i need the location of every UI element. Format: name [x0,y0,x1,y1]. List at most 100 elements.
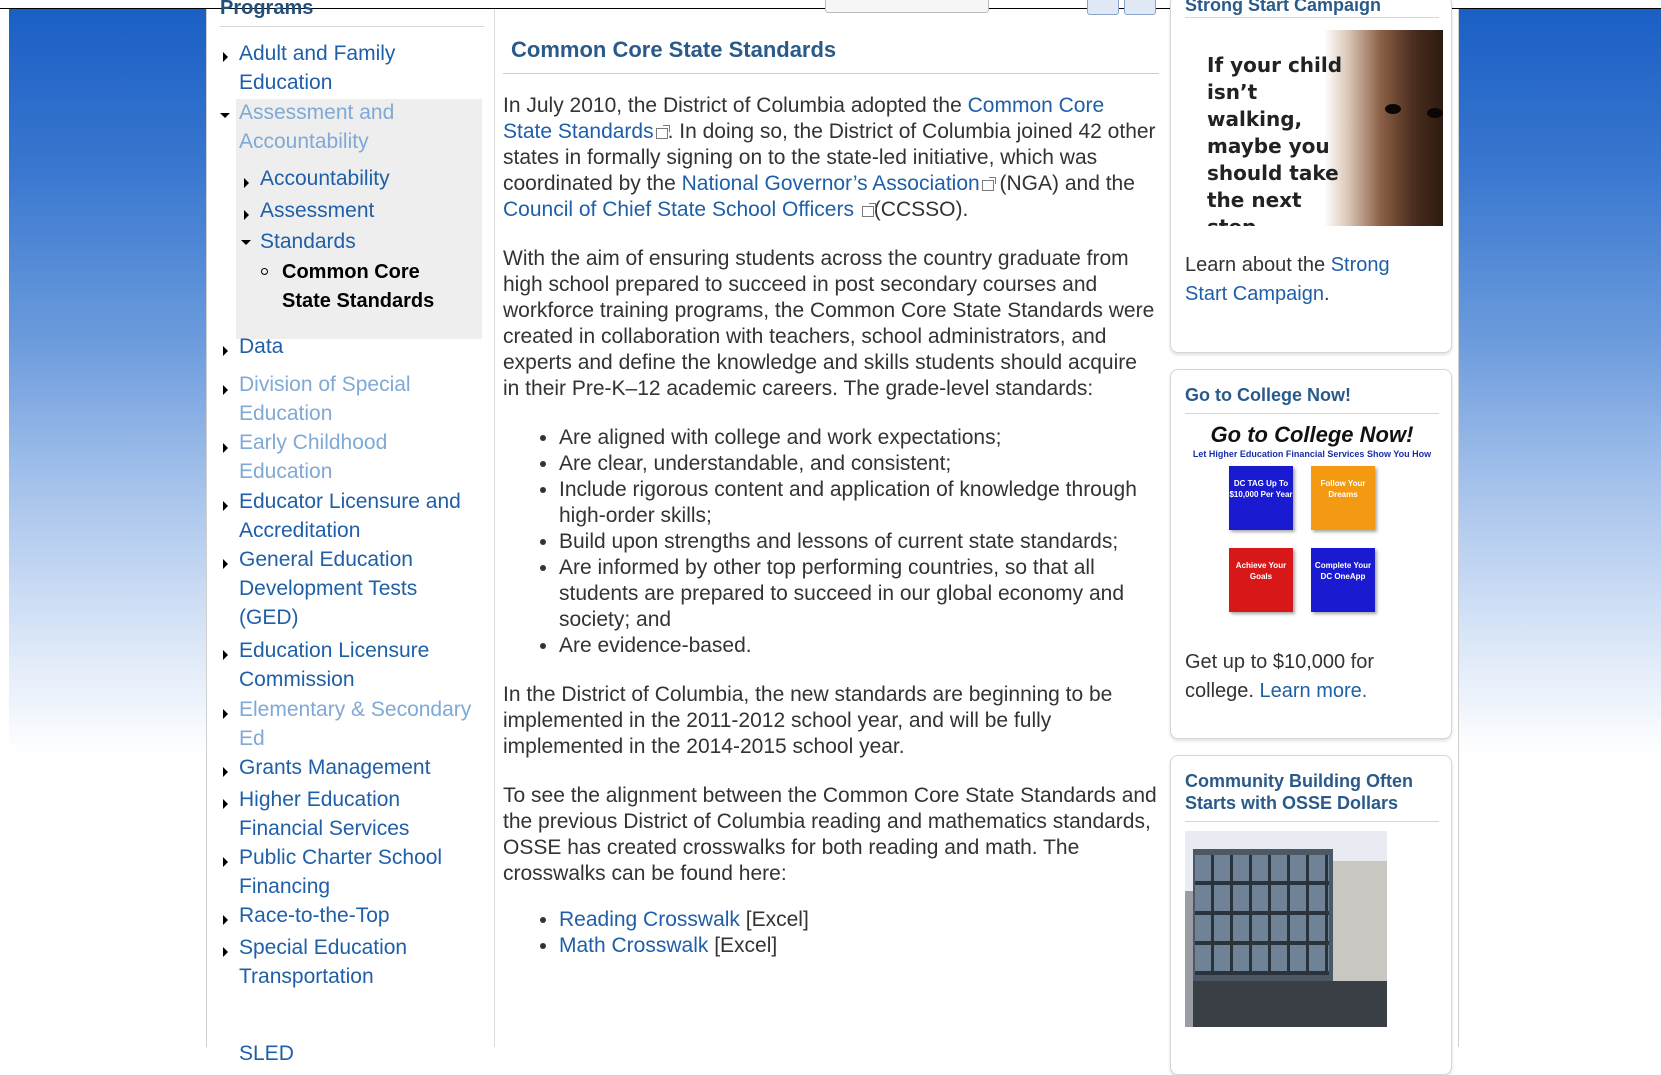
widget-title-rule [1185,413,1439,414]
sidebar-title-rule [220,26,484,27]
expand-arrow-icon[interactable] [223,52,228,62]
strong-start-banner-image[interactable]: If your child isn’t walking, maybe you s… [1195,30,1443,226]
strong-start-period: . [1323,283,1330,305]
intro-text-c: (NGA) and the [993,172,1135,195]
expand-arrow-icon[interactable] [223,385,228,395]
search-input[interactable] [825,0,989,13]
photo-building-base [1193,981,1387,1027]
external-link-icon [655,125,670,139]
collapse-arrow-icon[interactable] [241,240,251,245]
sidebar-item-common-core-current[interactable]: Common Core State Standards [282,258,452,316]
sidebar-title: Programs [220,0,314,19]
expand-arrow-icon[interactable] [223,857,228,867]
college-banner-header: Go to College Now! [1210,422,1414,447]
standards-bullet-list: Are aligned with college and work expect… [503,425,1159,659]
building-photo[interactable] [1185,831,1387,1027]
sidebar-item-higher-education[interactable]: Higher Education Financial Services [239,785,439,843]
page-title: Common Core State Standards [511,37,837,62]
text-resize-increase-button[interactable] [1124,0,1156,15]
sidebar-item-assessment[interactable]: Assessment [260,196,374,225]
file-type-label: [Excel] [739,908,809,931]
sidebar-item-ged[interactable]: General Education Development Tests (GED… [239,545,439,632]
sidebar-item-licensure-commission[interactable]: Education Licensure Commission [239,636,439,694]
list-item: Are clear, understandable, and consisten… [559,451,1159,477]
list-item: Are evidence-based. [559,633,1159,659]
expand-arrow-icon[interactable] [223,501,228,511]
banner-text: If your child isn’t walking, maybe you s… [1207,53,1343,226]
expand-arrow-icon[interactable] [223,346,228,356]
expand-arrow-icon[interactable] [223,650,228,660]
title-rule [503,73,1159,74]
sidebar-item-elementary-secondary[interactable]: Elementary & Secondary Ed [239,695,479,753]
list-item: Are aligned with college and work expect… [559,425,1159,451]
college-button-achieve-goals[interactable]: Achieve Your Goals [1229,548,1293,612]
college-button-complete-oneapp[interactable]: Complete Your DC OneApp [1311,548,1375,612]
baby-eye-shape [1427,108,1443,118]
sidebar-item-special-ed-transportation[interactable]: Special Education Transportation [239,933,439,991]
expand-arrow-icon[interactable] [244,210,249,220]
sidebar-item-early-childhood[interactable]: Early Childhood Education [239,428,399,486]
link-national-governors-association[interactable]: National Governor’s Association [682,172,980,195]
expand-arrow-icon[interactable] [223,947,228,957]
strong-start-text: Learn about the Strong Start Campaign. [1185,251,1435,309]
list-item: Include rigorous content and application… [559,477,1159,529]
link-reading-crosswalk[interactable]: Reading Crosswalk [559,908,740,931]
link-learn-more[interactable]: Learn more. [1260,680,1368,702]
sidebar-programs: Programs Adult and Family Education Asse… [212,0,486,1065]
widget-title: Strong Start Campaign [1185,0,1382,15]
sidebar-item-sled[interactable]: SLED [239,1039,294,1068]
sidebar-item-adult-family-education[interactable]: Adult and Family Education [239,39,469,97]
crosswalk-list: Reading Crosswalk [Excel] Math Crosswalk… [503,907,1159,959]
college-banner-subheader: Let Higher Education Financial Services … [1192,449,1432,459]
link-council-chief-state-school-officers[interactable]: Council of Chief State School Officers [503,198,860,221]
strong-start-label: Learn about the [1185,254,1331,276]
expand-arrow-icon[interactable] [244,178,249,188]
intro-text-a: In July 2010, the District of Columbia a… [503,94,968,117]
collapse-arrow-icon[interactable] [220,113,230,118]
text-resize-decrease-button[interactable] [1087,0,1119,15]
sidebar-item-charter-school-financing[interactable]: Public Charter School Financing [239,843,459,901]
column-divider [494,9,495,1047]
paragraph-implementation: In the District of Columbia, the new sta… [503,683,1113,758]
baby-eye-shape [1385,104,1401,114]
sidebar-item-data[interactable]: Data [239,332,283,361]
paragraph-crosswalks: To see the alignment between the Common … [503,784,1157,885]
sidebar-item-race-to-the-top[interactable]: Race-to-the-Top [239,901,479,930]
expand-arrow-icon[interactable] [223,915,228,925]
widget-title-rule [1185,821,1439,822]
expand-arrow-icon[interactable] [223,799,228,809]
sidebar-item-assessment-accountability[interactable]: Assessment and Accountability [239,98,439,156]
widget-title: Go to College Now! [1185,385,1351,405]
expand-arrow-icon[interactable] [223,443,228,453]
external-link-icon [981,177,996,191]
widget-community-building: Community Building Often Starts with OSS… [1170,755,1452,1075]
expand-arrow-icon[interactable] [223,767,228,777]
sidebar-item-accountability[interactable]: Accountability [260,164,390,193]
list-item: Are informed by other top performing cou… [559,555,1159,633]
file-type-label: [Excel] [708,934,778,957]
background-gradient-left [9,9,208,754]
widget-college-now: Go to College Now! Go to College Now! Le… [1170,369,1452,739]
list-item: Reading Crosswalk [Excel] [559,907,1159,933]
college-button-follow-dreams[interactable]: Follow Your Dreams [1311,466,1375,530]
college-button-dc-tag[interactable]: DC TAG Up To $10,000 Per Year [1229,466,1293,530]
widget-strong-start: Strong Start Campaign If your child isn’… [1170,0,1452,353]
external-link-icon [861,203,876,217]
college-text: Get up to $10,000 for college. Learn mor… [1185,648,1435,706]
link-math-crosswalk[interactable]: Math Crosswalk [559,934,708,957]
sidebar-item-special-education[interactable]: Division of Special Education [239,370,429,428]
expand-arrow-icon[interactable] [223,559,228,569]
widget-title-rule [1185,17,1439,18]
expand-arrow-icon[interactable] [223,709,228,719]
sidebar-item-standards[interactable]: Standards [260,227,356,256]
widget-title: Community Building Often Starts with OSS… [1185,771,1413,813]
paragraph-aim: With the aim of ensuring students across… [503,247,1155,400]
intro-text-d: (CCSSO). [873,198,969,221]
bullet-circle-icon [261,268,268,275]
list-item: Math Crosswalk [Excel] [559,933,1159,959]
sidebar-item-grants-management[interactable]: Grants Management [239,753,479,782]
photo-building-windows [1195,855,1329,975]
paragraph-intro: In July 2010, the District of Columbia a… [503,93,1159,223]
background-gradient-right [1457,9,1661,754]
sidebar-item-educator-licensure[interactable]: Educator Licensure and Accreditation [239,487,479,545]
